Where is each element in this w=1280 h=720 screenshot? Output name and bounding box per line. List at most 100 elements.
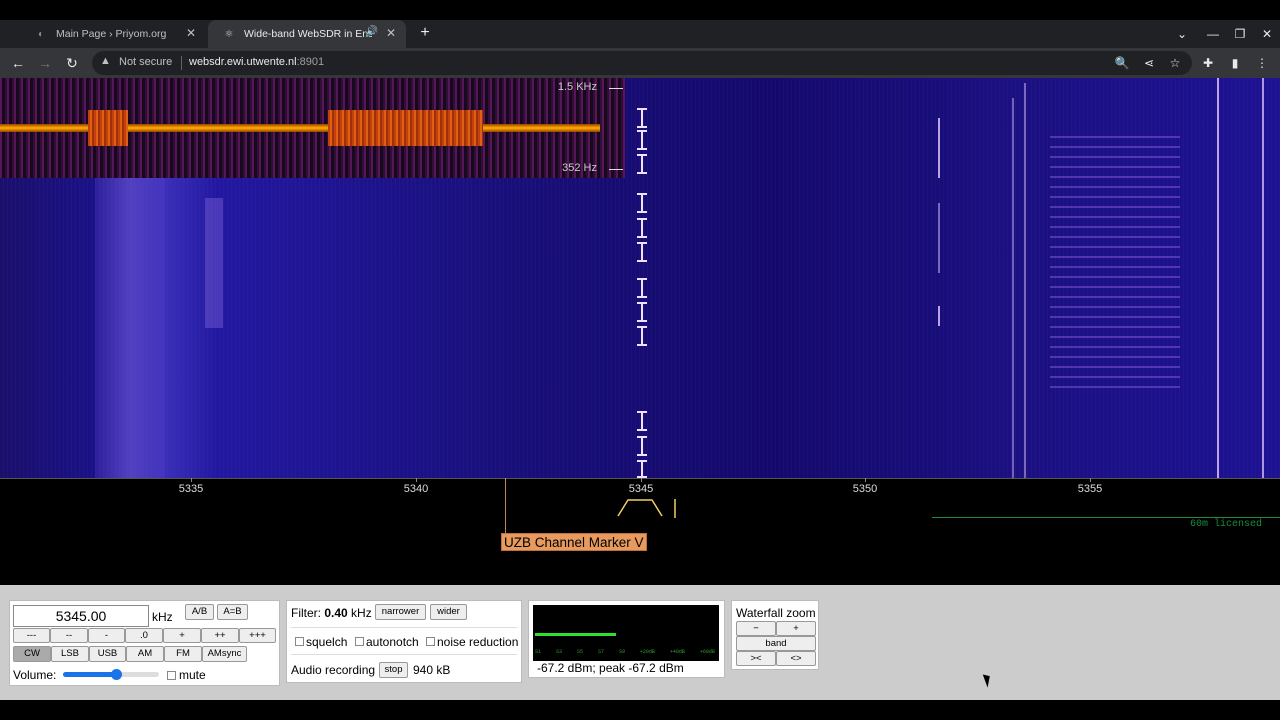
- extensions-icon[interactable]: ✚: [1199, 54, 1217, 72]
- waterfall-zoom-box: Waterfall zoom − + band >< <>: [731, 600, 819, 670]
- address-bar[interactable]: ▲ Not secure websdr.ewi.utwente.nl:8901: [92, 51, 1192, 75]
- freq-tick-label: 5340: [403, 483, 429, 495]
- signal-trace: [1217, 78, 1219, 478]
- squelch-checkbox[interactable]: [295, 637, 304, 646]
- smeter-scale-label: S5: [576, 649, 583, 655]
- new-tab-icon[interactable]: +: [416, 24, 434, 42]
- squelch-label: squelch: [306, 635, 348, 649]
- zoom-band-button[interactable]: band: [736, 636, 816, 651]
- filter-info: Filter: 0.40 kHz: [291, 606, 372, 620]
- wider-button[interactable]: wider: [430, 604, 467, 620]
- cw-marker: [637, 460, 647, 480]
- volume-fill: [63, 672, 116, 677]
- tab-bar: ◐ Main Page › Priyom.org ✕ ⚛ Wide-band W…: [0, 20, 1280, 48]
- narrower-button[interactable]: narrower: [375, 604, 426, 620]
- zoomed-waterfall: 1.5 KHz 352 Hz: [0, 78, 625, 178]
- audio-recording-label: Audio recording: [291, 663, 376, 677]
- side-panel-icon[interactable]: ▮: [1226, 54, 1244, 72]
- signal-trace: [938, 306, 940, 326]
- cw-marker: [637, 154, 647, 174]
- restore-icon[interactable]: ❐: [1228, 20, 1252, 48]
- smeter-scale-label: S3: [555, 649, 562, 655]
- zoom-expand-button[interactable]: <>: [776, 651, 816, 666]
- step-button-up[interactable]: +: [163, 628, 201, 643]
- zoom-out-button[interactable]: −: [736, 621, 776, 636]
- volume-slider[interactable]: [63, 669, 159, 680]
- noise-reduction-label: noise reduction: [437, 635, 519, 649]
- cw-marker: [637, 436, 647, 456]
- minimize-icon[interactable]: —: [1201, 20, 1225, 48]
- divider: [181, 56, 182, 70]
- noise-reduction-checkbox[interactable]: [426, 637, 435, 646]
- smeter-scale-label: +60dB: [699, 649, 715, 655]
- mode-amsync-button[interactable]: AMsync: [202, 646, 247, 662]
- share-icon[interactable]: ⋖: [1140, 54, 1158, 72]
- signal-trace: [1262, 78, 1264, 478]
- mode-lsb-button[interactable]: LSB: [51, 646, 89, 662]
- bookmark-star-icon[interactable]: ☆: [1166, 54, 1184, 72]
- freq-tick-label: 5335: [178, 483, 204, 495]
- waterfall-zoom-title: Waterfall zoom: [736, 606, 816, 620]
- control-panel: 5345.00 kHz A/B A=B --- -- - .0 + ++ +++…: [0, 585, 1280, 700]
- zoom-shrink-button[interactable]: ><: [736, 651, 776, 666]
- signal-smear: [95, 178, 165, 478]
- cw-marker: [637, 278, 647, 298]
- zoom-icon[interactable]: 🔍: [1113, 54, 1131, 72]
- step-button-down[interactable]: -: [88, 628, 125, 643]
- smeter-scale-label: +40dB: [669, 649, 685, 655]
- zoom-in-button[interactable]: +: [776, 621, 816, 636]
- volume-thumb[interactable]: [110, 669, 122, 680]
- channel-marker-label[interactable]: UZB Channel Marker V: [501, 533, 647, 551]
- speaker-icon[interactable]: 🔊: [366, 26, 378, 37]
- step-button-big-up[interactable]: +++: [239, 628, 276, 643]
- tuned-frequency-line: [505, 478, 506, 540]
- priyom-favicon-icon: ◐: [37, 28, 45, 40]
- filter-box: Filter: 0.40 kHz narrower wider squelch …: [286, 600, 522, 683]
- frequency-input[interactable]: 5345.00: [13, 605, 149, 627]
- band-edge-line: [932, 517, 1280, 518]
- step-button-mid-down[interactable]: --: [50, 628, 88, 643]
- tab-websdr[interactable]: ⚛ Wide-band WebSDR in Ensc 🔊 ✕: [208, 20, 406, 48]
- back-icon[interactable]: ←: [8, 53, 28, 73]
- signal-trace: [938, 118, 940, 178]
- forward-icon[interactable]: →: [35, 53, 55, 73]
- signal-meter: S1 S3 S5 S7 S9 +20dB +40dB +60dB: [533, 605, 719, 661]
- close-tab-icon[interactable]: ✕: [184, 26, 198, 40]
- tab-title: Main Page › Priyom.org: [56, 28, 167, 40]
- step-button-mid-up[interactable]: ++: [201, 628, 239, 643]
- smeter-scale-label: S9: [618, 649, 625, 655]
- tab-title: Wide-band WebSDR in Ensc: [244, 28, 372, 40]
- security-status[interactable]: Not secure: [119, 56, 172, 68]
- waterfall[interactable]: 1.5 KHz 352 Hz: [0, 78, 1280, 480]
- freq-tick-label: 5355: [1077, 483, 1103, 495]
- reload-icon[interactable]: ↻: [62, 53, 82, 73]
- close-window-icon[interactable]: ✕: [1255, 20, 1279, 48]
- cw-marker: [637, 411, 647, 431]
- close-tab-icon[interactable]: ✕: [384, 26, 398, 40]
- url-text[interactable]: websdr.ewi.utwente.nl:8901: [189, 56, 324, 68]
- mute-checkbox[interactable]: [167, 671, 176, 680]
- menu-icon[interactable]: ⋮: [1253, 54, 1271, 72]
- step-button-round[interactable]: .0: [125, 628, 163, 643]
- tab-search-icon[interactable]: ⌄: [1170, 20, 1194, 48]
- mode-am-button[interactable]: AM: [126, 646, 164, 662]
- autonotch-checkbox[interactable]: [355, 637, 364, 646]
- warning-icon[interactable]: ▲: [100, 55, 111, 67]
- mode-cw-button[interactable]: CW: [13, 646, 51, 662]
- tab-priyom[interactable]: ◐ Main Page › Priyom.org ✕: [20, 20, 206, 48]
- band-label: 60m licensed: [1190, 519, 1263, 530]
- ab-button[interactable]: A/B: [185, 604, 214, 620]
- frequency-scale[interactable]: 5335 5340 5345 5350 5355 60m licensed UZ…: [0, 478, 1280, 585]
- mode-fm-button[interactable]: FM: [164, 646, 202, 662]
- stop-recording-button[interactable]: stop: [379, 662, 408, 678]
- passband-indicator[interactable]: [614, 494, 684, 520]
- signal-reading: -67.2 dBm; peak -67.2 dBm: [537, 661, 684, 675]
- zoom-upper-label: 1.5 KHz: [557, 81, 597, 93]
- aeqb-button[interactable]: A=B: [217, 604, 248, 620]
- signal-smear: [205, 198, 223, 328]
- step-button-big-down[interactable]: ---: [13, 628, 50, 643]
- mute-label: mute: [179, 668, 206, 682]
- cw-marker: [637, 242, 647, 262]
- mode-usb-button[interactable]: USB: [89, 646, 126, 662]
- freq-tick-label: 5350: [852, 483, 878, 495]
